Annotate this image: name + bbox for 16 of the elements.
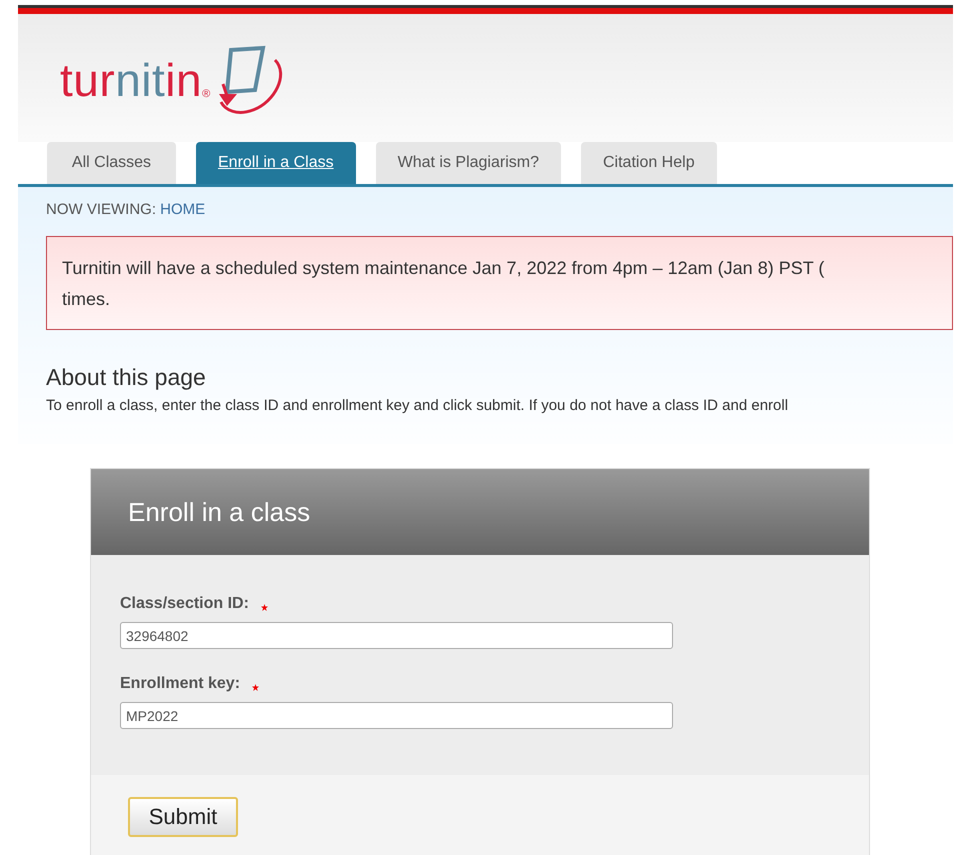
breadcrumb-label: NOW VIEWING: bbox=[46, 201, 156, 218]
notice-text: Turnitin will have a scheduled system maintenance Jan 7, 2022 from 4pm – 12am (Jan 8) PST ( bbox=[62, 257, 824, 280]
nav-tab[interactable]: What is Plagiarism? bbox=[376, 142, 561, 184]
section-title: About this page bbox=[46, 364, 207, 391]
intro-text: To enroll a class, enter the class ID and enrollment key and click submit. If you do not have a class ID and enroll bbox=[46, 397, 788, 414]
submit-button[interactable]: Submit bbox=[128, 797, 238, 837]
field-label: Enrollment key: bbox=[120, 675, 240, 693]
card-title: Enroll in a class bbox=[128, 496, 310, 528]
notice-text: times. bbox=[62, 288, 110, 311]
field-label: Class/section ID: bbox=[120, 595, 249, 613]
nav-tab[interactable]: All Classes bbox=[47, 142, 176, 184]
nav-tab[interactable]: Enroll in a Class bbox=[196, 142, 356, 184]
input-field[interactable]: MP2022 bbox=[120, 702, 673, 729]
input-field[interactable]: 32964802 bbox=[120, 622, 673, 649]
breadcrumb-link[interactable]: HOME bbox=[160, 201, 206, 218]
nav-tab[interactable]: Citation Help bbox=[580, 142, 717, 184]
